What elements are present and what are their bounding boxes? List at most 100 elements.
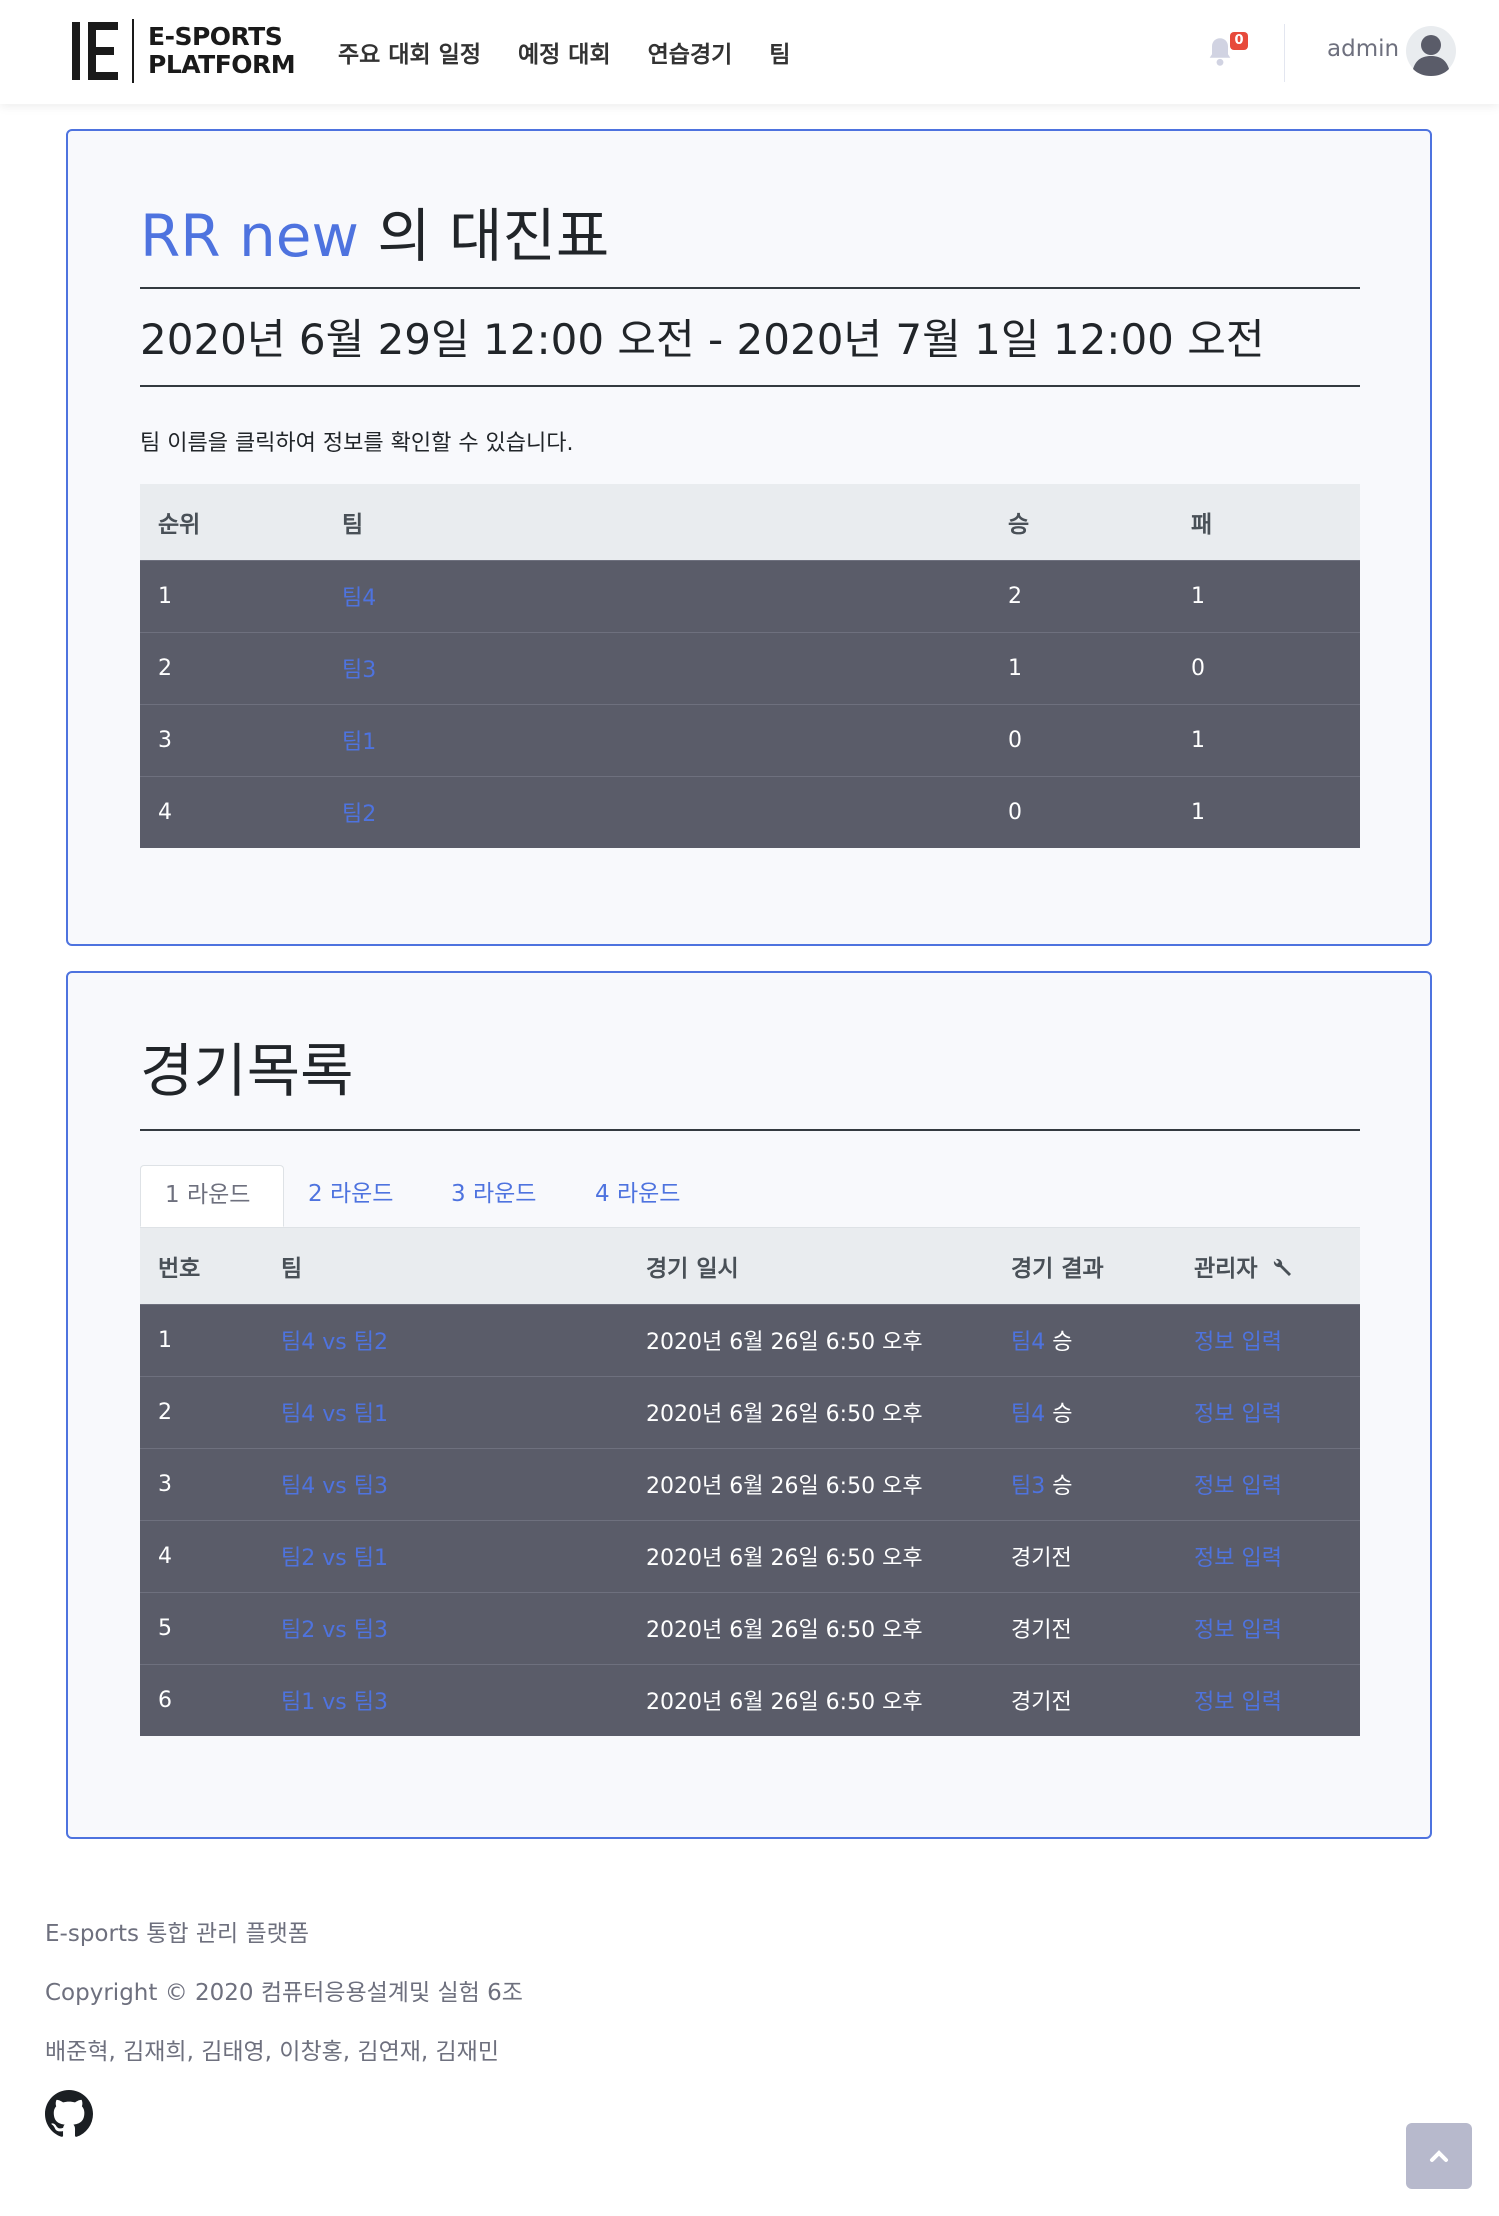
match-datetime: 2020년 6월 26일 6:50 오후 xyxy=(646,1546,923,1571)
losses: 1 xyxy=(1191,583,1205,609)
wins: 0 xyxy=(1008,799,1022,825)
table-row: 1 팀4 2 1 xyxy=(140,560,1360,632)
tournament-name[interactable]: RR new xyxy=(140,202,359,270)
date-range: 2020년 6월 29일 12:00 오전 - 2020년 7월 1일 12:0… xyxy=(140,315,1265,364)
col-admin: 관리자 xyxy=(1176,1228,1360,1304)
team-a-link[interactable]: 팀2 xyxy=(281,1546,315,1571)
input-info-link[interactable]: 정보 입력 xyxy=(1194,1474,1282,1499)
footer-authors: 배준혁, 김재희, 김태영, 이창홍, 김연재, 김재민 xyxy=(45,2039,499,2065)
team-b-link[interactable]: 팀2 xyxy=(354,1330,388,1355)
table-row: 3 팀4 vs 팀3 2020년 6월 26일 6:50 오후 팀3 승 정보 … xyxy=(140,1448,1360,1520)
scroll-to-top-button[interactable] xyxy=(1406,2123,1472,2189)
input-info-link[interactable]: 정보 입력 xyxy=(1194,1618,1282,1643)
table-row: 1 팀4 vs 팀2 2020년 6월 26일 6:50 오후 팀4 승 정보 … xyxy=(140,1304,1360,1376)
vs-label: vs xyxy=(322,1690,347,1716)
team-link[interactable]: 팀2 xyxy=(342,802,376,827)
match-result: 팀4 승 xyxy=(993,1304,1176,1376)
team-b-link[interactable]: 팀3 xyxy=(354,1474,388,1499)
col-rank: 순위 xyxy=(158,511,201,538)
table-row: 4 팀2 vs 팀1 2020년 6월 26일 6:50 오후 경기전 정보 입… xyxy=(140,1520,1360,1592)
standings-table: 순위 팀 승 패 1 팀4 2 1 2 팀3 1 0 3 팀1 0 1 4 팀2… xyxy=(140,484,1360,848)
team-a-link[interactable]: 팀1 xyxy=(281,1690,315,1715)
table-row: 2 팀3 1 0 xyxy=(140,632,1360,704)
nav-team[interactable]: 팀 xyxy=(769,35,790,69)
col-wins: 승 xyxy=(1008,511,1030,538)
rank: 3 xyxy=(158,727,172,753)
win-label: 승 xyxy=(1052,1330,1073,1355)
col-result: 경기 결과 xyxy=(1011,1255,1104,1282)
nav-practice[interactable]: 연습경기 xyxy=(648,35,733,69)
team-link[interactable]: 팀4 xyxy=(342,586,376,611)
wins: 0 xyxy=(1008,727,1022,753)
input-info-link[interactable]: 정보 입력 xyxy=(1194,1330,1282,1355)
match-teams: 팀4 vs 팀1 xyxy=(263,1376,628,1448)
team-b-link[interactable]: 팀1 xyxy=(354,1546,388,1571)
input-info-link[interactable]: 정보 입력 xyxy=(1194,1690,1282,1715)
team-b-link[interactable]: 팀3 xyxy=(354,1690,388,1715)
vs-label: vs xyxy=(322,1330,347,1355)
match-table: 번호 팀 경기 일시 경기 결과 관리자 1 팀4 vs 팀2 2020년 6월… xyxy=(140,1228,1360,1736)
hint-text: 팀 이름을 클릭하여 정보를 확인할 수 있습니다. xyxy=(140,431,574,456)
match-number: 4 xyxy=(158,1543,172,1569)
logo-line-1: E-SPORTS xyxy=(148,22,283,51)
match-datetime: 2020년 6월 26일 6:50 오후 xyxy=(646,1330,923,1355)
match-status: 경기전 xyxy=(1011,1690,1072,1716)
title-suffix: 의 대진표 xyxy=(358,202,610,270)
vs-label: vs xyxy=(322,1618,347,1643)
team-a-link[interactable]: 팀2 xyxy=(281,1618,315,1643)
nav-upcoming[interactable]: 예정 대회 xyxy=(518,35,611,69)
nav-main-schedule[interactable]: 주요 대회 일정 xyxy=(338,35,481,69)
footer-copyright: Copyright © 2020 컴퓨터응용설계및 실험 6조 xyxy=(45,1980,523,2006)
match-number: 1 xyxy=(158,1327,172,1353)
tab-round-4[interactable]: 4 라운드 xyxy=(571,1165,704,1227)
wins: 2 xyxy=(1008,583,1022,609)
col-teams: 팀 xyxy=(281,1255,303,1282)
match-title-rule xyxy=(140,1129,1360,1131)
match-result: 팀4 승 xyxy=(993,1376,1176,1448)
main-nav: 주요 대회 일정 예정 대회 연습경기 팀 xyxy=(338,0,827,104)
standings-header: 순위 팀 승 패 xyxy=(140,484,1360,560)
user-avatar-icon[interactable] xyxy=(1406,26,1456,76)
input-info-link[interactable]: 정보 입력 xyxy=(1194,1546,1282,1571)
table-row: 4 팀2 0 1 xyxy=(140,776,1360,848)
footer-platform: E-sports 통합 관리 플랫폼 xyxy=(45,1921,309,1947)
winner-link[interactable]: 팀3 xyxy=(1011,1474,1045,1499)
tab-round-2[interactable]: 2 라운드 xyxy=(284,1165,417,1227)
github-icon[interactable] xyxy=(45,2090,93,2138)
brand-logo[interactable]: E-SPORTS PLATFORM xyxy=(72,18,296,84)
winner-link[interactable]: 팀4 xyxy=(1011,1330,1045,1355)
rank: 4 xyxy=(158,799,172,825)
col-losses: 패 xyxy=(1191,511,1213,538)
user-name[interactable]: admin xyxy=(1327,36,1399,62)
losses: 0 xyxy=(1191,655,1205,681)
input-info-link[interactable]: 정보 입력 xyxy=(1194,1402,1282,1427)
win-label: 승 xyxy=(1052,1474,1073,1499)
match-list-card: 경기목록 1 라운드 2 라운드 3 라운드 4 라운드 번호 팀 경기 일시 … xyxy=(66,971,1432,1839)
winner-link[interactable]: 팀4 xyxy=(1011,1402,1045,1427)
tab-round-3[interactable]: 3 라운드 xyxy=(427,1165,560,1227)
logo-text: E-SPORTS PLATFORM xyxy=(148,22,296,79)
team-a-link[interactable]: 팀4 xyxy=(281,1330,315,1355)
team-link[interactable]: 팀3 xyxy=(342,658,376,683)
team-link[interactable]: 팀1 xyxy=(342,730,376,755)
header-divider xyxy=(1284,24,1285,82)
match-datetime: 2020년 6월 26일 6:50 오후 xyxy=(646,1402,923,1427)
match-number: 3 xyxy=(158,1471,172,1497)
logo-line-2: PLATFORM xyxy=(148,50,296,79)
losses: 1 xyxy=(1191,727,1205,753)
match-teams: 팀4 vs 팀2 xyxy=(263,1304,628,1376)
match-teams: 팀1 vs 팀3 xyxy=(263,1664,628,1736)
match-number: 2 xyxy=(158,1399,172,1425)
col-datetime: 경기 일시 xyxy=(646,1255,739,1282)
round-tabs: 1 라운드 2 라운드 3 라운드 4 라운드 xyxy=(140,1165,1360,1228)
match-teams: 팀2 vs 팀3 xyxy=(263,1592,628,1664)
tab-round-1[interactable]: 1 라운드 xyxy=(140,1165,284,1227)
vs-label: vs xyxy=(322,1546,347,1571)
team-b-link[interactable]: 팀3 xyxy=(354,1618,388,1643)
match-datetime: 2020년 6월 26일 6:50 오후 xyxy=(646,1474,923,1499)
notification-badge: 0 xyxy=(1230,32,1248,50)
team-a-link[interactable]: 팀4 xyxy=(281,1474,315,1499)
match-number: 6 xyxy=(158,1687,172,1713)
team-b-link[interactable]: 팀1 xyxy=(354,1402,388,1427)
team-a-link[interactable]: 팀4 xyxy=(281,1402,315,1427)
